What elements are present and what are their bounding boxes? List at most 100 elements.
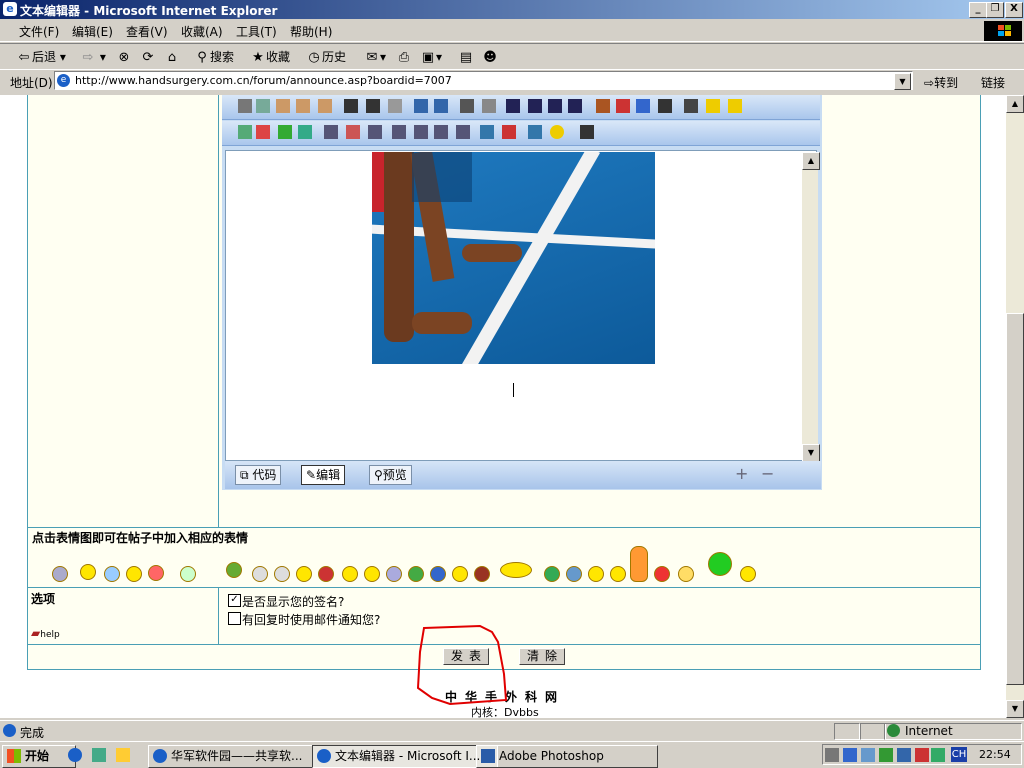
- address-input[interactable]: e http://www.handsurgery.com.cn/forum/an…: [54, 71, 913, 90]
- task-huajun[interactable]: 华军软件园——共享软...: [148, 745, 334, 768]
- emoticon-9[interactable]: [274, 566, 290, 582]
- insert-media-icon[interactable]: [278, 125, 292, 139]
- insert-form-icon[interactable]: [414, 125, 428, 139]
- emoticon-13[interactable]: [364, 566, 380, 582]
- menu-edit[interactable]: 编辑(E): [72, 23, 113, 40]
- menu-file[interactable]: 文件(F): [19, 23, 59, 40]
- emoticon-2[interactable]: [80, 564, 96, 580]
- start-button[interactable]: 开始: [2, 745, 76, 768]
- edit-page-button[interactable]: ▣ ▾: [420, 48, 442, 66]
- tray-app-icon[interactable]: [915, 748, 929, 762]
- volume-icon[interactable]: [825, 748, 839, 762]
- insert-flash-icon[interactable]: [256, 125, 270, 139]
- favorites-button[interactable]: ★ 收藏: [250, 48, 290, 66]
- address-dropdown-button[interactable]: ▼: [894, 73, 911, 90]
- show-signature-checkbox[interactable]: ✓: [228, 594, 241, 607]
- emoticon-1[interactable]: [52, 566, 68, 582]
- editor-scroll-up-button[interactable]: ▲: [802, 152, 820, 170]
- links-button[interactable]: 链接: [981, 74, 1005, 91]
- bullet-list-icon[interactable]: [528, 99, 542, 113]
- minimize-button[interactable]: _: [969, 2, 987, 18]
- insert-hr-icon[interactable]: [368, 125, 382, 139]
- home-button[interactable]: ⌂: [164, 48, 180, 66]
- text-color-icon[interactable]: [596, 99, 610, 113]
- outdent-icon[interactable]: [548, 99, 562, 113]
- insert-textfield-icon[interactable]: [456, 125, 470, 139]
- tray-app-icon[interactable]: [897, 748, 911, 762]
- emoticon-26[interactable]: [678, 566, 694, 582]
- absolute-position-icon[interactable]: [482, 99, 496, 113]
- mode-code-button[interactable]: ⧉ 代码: [235, 465, 282, 485]
- emoticon-4[interactable]: [126, 566, 142, 582]
- language-indicator[interactable]: CH: [951, 747, 967, 762]
- emoticon-17[interactable]: [452, 566, 468, 582]
- email-notify-checkbox[interactable]: [228, 612, 241, 625]
- emoticon-15[interactable]: [408, 566, 424, 582]
- editor-scroll-down-button[interactable]: ▼: [802, 444, 820, 462]
- emoticon-10[interactable]: [296, 566, 312, 582]
- page-scrollbar[interactable]: ▲ ▼: [1006, 95, 1024, 718]
- insert-iframe-icon[interactable]: [392, 125, 406, 139]
- emoticon-14[interactable]: [386, 566, 402, 582]
- tray-app-icon[interactable]: [931, 748, 945, 762]
- maximize-button[interactable]: ❐: [986, 2, 1004, 18]
- emoticon-19[interactable]: [500, 562, 532, 578]
- layer-icon[interactable]: [706, 99, 720, 113]
- layer-move-icon[interactable]: [728, 99, 742, 113]
- editor-scrollbar[interactable]: ▲ ▼: [802, 152, 820, 462]
- redo-icon[interactable]: [434, 99, 448, 113]
- forward-button[interactable]: ⇨ ▾: [80, 48, 106, 66]
- scroll-thumb[interactable]: [1006, 313, 1024, 685]
- mode-edit-button[interactable]: ✎编辑: [301, 465, 346, 485]
- eraser-icon[interactable]: [388, 99, 402, 113]
- emoticon-7[interactable]: [226, 562, 242, 578]
- quicklaunch-desktop-icon[interactable]: [116, 748, 130, 762]
- emoticon-5[interactable]: [148, 565, 164, 581]
- emoticon-22[interactable]: [588, 566, 604, 582]
- insert-special-char-icon[interactable]: [528, 125, 542, 139]
- emoticon-12[interactable]: [342, 566, 358, 582]
- insert-marquee-icon[interactable]: [346, 125, 360, 139]
- select-pointer-icon[interactable]: [460, 99, 474, 113]
- insert-button-icon[interactable]: [434, 125, 448, 139]
- back-button[interactable]: ⇦ 后退 ▾: [16, 48, 66, 66]
- insert-table-icon[interactable]: [324, 125, 338, 139]
- tray-app-icon[interactable]: [843, 748, 857, 762]
- stop-button[interactable]: ⊗: [116, 48, 132, 66]
- help-link[interactable]: ▰help: [31, 626, 60, 640]
- delete-icon[interactable]: [366, 99, 380, 113]
- emoticon-20[interactable]: [544, 566, 560, 582]
- go-button[interactable]: ⇨转到: [924, 74, 958, 91]
- insert-web-icon[interactable]: [480, 125, 494, 139]
- quicklaunch-outlook-icon[interactable]: [92, 748, 106, 762]
- insert-image-icon[interactable]: [238, 125, 252, 139]
- scroll-up-button[interactable]: ▲: [1006, 95, 1024, 113]
- find-icon[interactable]: [344, 99, 358, 113]
- messenger-button[interactable]: ☻: [482, 48, 498, 66]
- clear-button[interactable]: 清除: [519, 648, 565, 665]
- quicklaunch-ie-icon[interactable]: [68, 748, 82, 762]
- search-button[interactable]: ⚲ 搜索: [194, 48, 234, 66]
- emoticon-11[interactable]: [318, 566, 334, 582]
- paste-word-icon[interactable]: [318, 99, 332, 113]
- menu-help[interactable]: 帮助(H): [290, 23, 332, 40]
- insert-link-icon[interactable]: [502, 125, 516, 139]
- highlight-icon[interactable]: [658, 99, 672, 113]
- emoticon-8[interactable]: [252, 566, 268, 582]
- mode-preview-button[interactable]: ⚲预览: [369, 465, 412, 485]
- task-text-editor[interactable]: 文本编辑器 - Microsoft I...: [312, 745, 498, 768]
- task-photoshop[interactable]: Adobe Photoshop: [476, 745, 658, 768]
- menu-favorites[interactable]: 收藏(A): [181, 23, 223, 40]
- insert-emoticon-icon[interactable]: [550, 125, 564, 139]
- indent-icon[interactable]: [568, 99, 582, 113]
- insert-realplayer-icon[interactable]: [298, 125, 312, 139]
- zoom-out-icon[interactable]: −: [761, 464, 774, 483]
- undo-icon[interactable]: [414, 99, 428, 113]
- discuss-button[interactable]: ▤: [458, 48, 474, 66]
- print-button[interactable]: ⎙: [396, 48, 412, 66]
- scroll-down-button[interactable]: ▼: [1006, 700, 1024, 718]
- paste-icon[interactable]: [276, 99, 290, 113]
- emoticon-27[interactable]: [708, 552, 732, 576]
- copy-icon[interactable]: [256, 99, 270, 113]
- background-color-icon[interactable]: [636, 99, 650, 113]
